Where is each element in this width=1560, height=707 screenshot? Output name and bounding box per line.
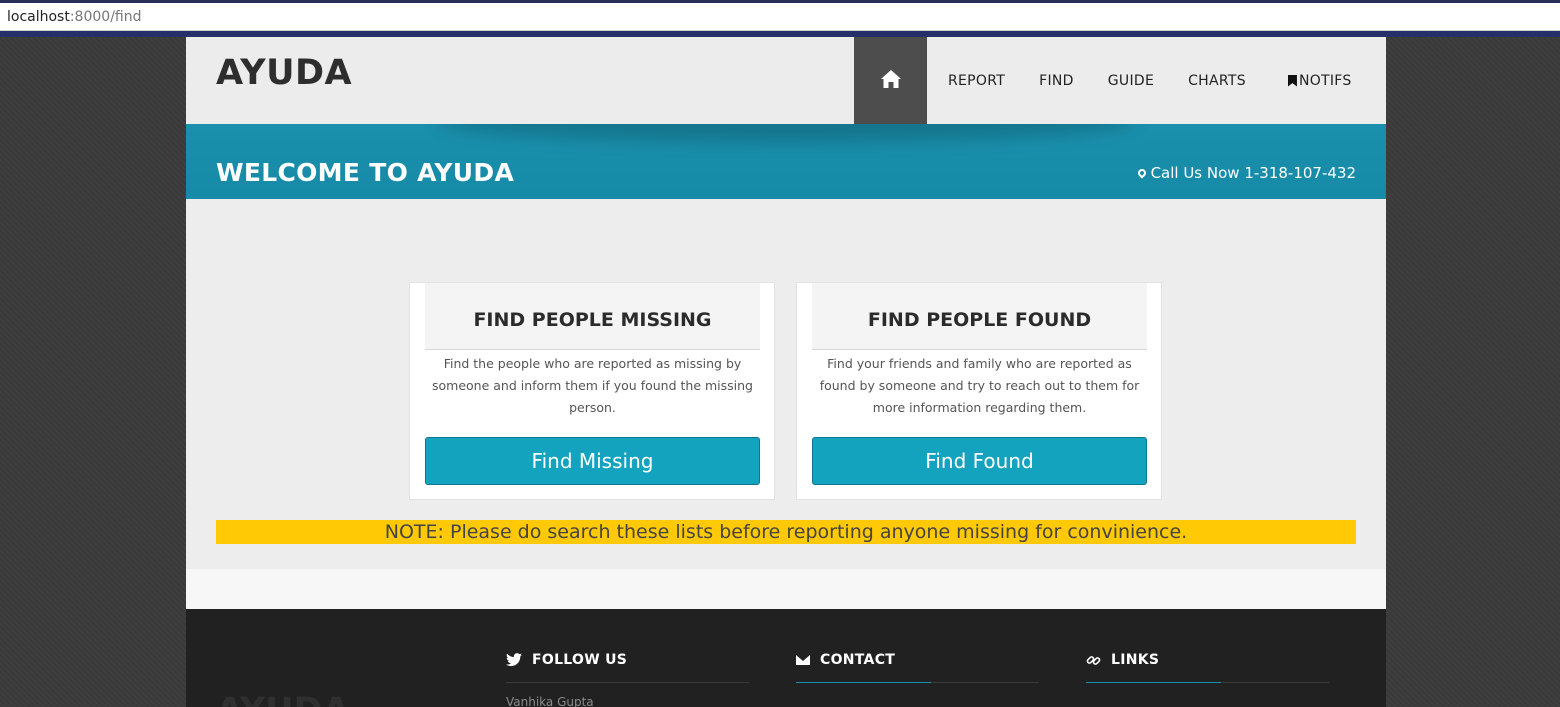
nav-charts[interactable]: CHARTS — [1188, 37, 1246, 124]
footer-links-heading: LINKS — [1086, 651, 1329, 669]
card-description-line: someone and inform them if you found the… — [431, 378, 753, 393]
address-host: localhost — [7, 9, 70, 25]
link-icon — [1086, 653, 1101, 668]
find-missing-button[interactable]: Find Missing — [425, 437, 760, 485]
address-path: :8000/find — [69, 9, 142, 25]
card-description-line: more information regarding them. — [872, 400, 1087, 415]
home-icon — [880, 69, 902, 93]
banner-phone: Call Us Now 1-318-107-432 — [1135, 164, 1356, 182]
card-title: FIND PEOPLE MISSING — [425, 283, 760, 350]
footer-contact-heading: CONTACT — [796, 651, 1039, 669]
footer-follow-heading: FOLLOW US — [506, 651, 749, 669]
card-title: FIND PEOPLE FOUND — [812, 283, 1147, 350]
site-footer: AYUDA FOLLOW US Vanhika Gupta CONTACT — [186, 609, 1386, 707]
nav-find[interactable]: FIND — [1039, 37, 1074, 124]
footer-links: LINKS — [1086, 651, 1329, 683]
footer-logo: AYUDA — [216, 691, 350, 707]
nav-guide[interactable]: GUIDE — [1108, 37, 1154, 124]
main-nav: REPORT FIND GUIDE CHARTS NOTIFS — [854, 37, 1352, 124]
footer-divider — [1086, 682, 1329, 683]
site-logo[interactable]: AYUDA — [216, 53, 352, 93]
site-header: AYUDA REPORT FIND GUIDE CHARTS NOTIFS — [186, 37, 1386, 124]
bookmark-icon — [1287, 74, 1297, 87]
footer-follow-name[interactable]: Vanhika Gupta — [506, 695, 594, 707]
nav-notifs[interactable]: NOTIFS — [1287, 37, 1352, 124]
footer-divider — [796, 682, 1039, 683]
footer-follow: FOLLOW US Vanhika Gupta — [506, 651, 749, 707]
find-found-button[interactable]: Find Found — [812, 437, 1147, 485]
card-find-found: FIND PEOPLE FOUND Find your friends and … — [796, 282, 1162, 500]
banner-shadow — [436, 124, 1136, 142]
footer-divider-accent — [796, 682, 931, 683]
main-container: AYUDA REPORT FIND GUIDE CHARTS NOTIFS WE… — [186, 37, 1386, 707]
banner-phone-text: Call Us Now 1-318-107-432 — [1150, 164, 1356, 182]
envelope-icon — [796, 655, 810, 665]
footer-contact: CONTACT — [796, 651, 1039, 683]
nav-report[interactable]: REPORT — [948, 37, 1005, 124]
footer-divider-accent — [1086, 682, 1221, 683]
card-description-line: found by someone and try to reach out to… — [819, 378, 1140, 393]
card-description-line: person. — [569, 400, 616, 415]
nav-home[interactable] — [854, 37, 927, 124]
card-description-line: Find the people who are reported as miss… — [443, 356, 742, 371]
footer-divider — [506, 682, 749, 683]
card-description: Find the people who are reported as miss… — [425, 353, 760, 419]
card-find-missing: FIND PEOPLE MISSING Find the people who … — [409, 282, 775, 500]
card-description: Find your friends and family who are rep… — [812, 353, 1147, 419]
welcome-banner: WELCOME TO AYUDA Call Us Now 1-318-107-4… — [186, 124, 1386, 199]
banner-title: WELCOME TO AYUDA — [216, 158, 515, 187]
footer-follow-title: FOLLOW US — [532, 652, 628, 668]
card-description-line: Find your friends and family who are rep… — [827, 356, 1132, 371]
note-banner: NOTE: Please do search these lists befor… — [216, 520, 1356, 544]
nav-notifs-label: NOTIFS — [1298, 72, 1352, 89]
footer-links-title: LINKS — [1111, 652, 1160, 668]
find-content: FIND PEOPLE MISSING Find the people who … — [186, 199, 1386, 569]
address-bar[interactable]: localhost:8000/find — [0, 3, 1560, 31]
map-marker-icon — [1135, 167, 1148, 179]
twitter-icon — [506, 653, 522, 667]
footer-contact-title: CONTACT — [820, 652, 896, 668]
